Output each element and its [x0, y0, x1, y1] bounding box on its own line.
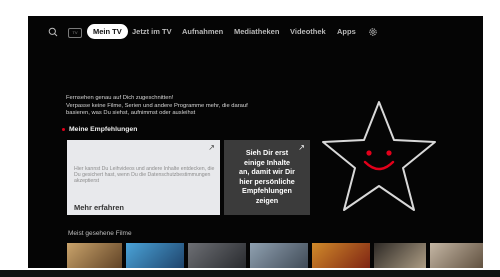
privacy-card[interactable]: ↗ Hier kannst Du Leihvideos und andere I…	[67, 140, 220, 215]
search-icon[interactable]	[48, 27, 58, 37]
most-watched-title: Meist gesehene Filme	[68, 230, 132, 237]
movie-thumbnail[interactable]	[126, 243, 184, 268]
smiley-star-icon	[322, 101, 436, 211]
nav-tab-aufnahmen[interactable]: Aufnahmen	[182, 27, 223, 36]
movie-thumbnail[interactable]	[430, 243, 483, 268]
tv-icon[interactable]: TV	[68, 28, 82, 38]
movie-thumbnail[interactable]	[188, 243, 246, 268]
intro-line-2: Verpasse keine Filme, Serien und andere …	[66, 102, 248, 109]
arrow-up-right-icon: ↗	[208, 143, 215, 152]
privacy-card-text: Hier kannst Du Leihvideos und andere Inh…	[74, 166, 215, 185]
info-card-line-2: einige Inhalte	[244, 157, 290, 167]
movie-thumbnail[interactable]	[374, 243, 426, 268]
info-card[interactable]: ↗ Sieh Dir erst einige Inhalte an, damit…	[224, 140, 310, 215]
nav-tab-mediatheken[interactable]: Mediatheken	[234, 27, 279, 36]
nav-tab-jetzt-im-tv[interactable]: Jetzt im TV	[132, 27, 172, 36]
info-card-line-5: Empfehlungen	[242, 186, 292, 196]
info-card-line-1: Sieh Dir erst	[245, 148, 289, 157]
nav-tab-apps[interactable]: Apps	[337, 27, 356, 36]
recommendations-heading: Meine Empfehlungen	[62, 126, 137, 133]
screen-bottom-edge	[0, 270, 500, 277]
accent-dot	[62, 127, 65, 131]
tv-badge-label: TV	[72, 30, 78, 35]
intro-text: Fernsehen genau auf Dich zugeschnitten! …	[66, 95, 296, 118]
top-navigation: TV Mein TV Jetzt im TV Aufnahmen Mediath…	[28, 24, 483, 42]
nav-tab-videothek[interactable]: Videothek	[290, 27, 326, 36]
info-card-text: Sieh Dir erst einige Inhalte an, damit w…	[224, 148, 310, 206]
info-card-line-3: an, damit wir Dir	[239, 167, 295, 177]
movie-thumbnail[interactable]	[250, 243, 308, 268]
screen-bezel-right	[483, 0, 500, 277]
settings-gear-icon[interactable]	[368, 27, 378, 37]
learn-more-link[interactable]: Mehr erfahren	[74, 203, 124, 212]
recommendations-title: Meine Empfehlungen	[69, 126, 138, 133]
info-card-line-4: hier persönliche	[239, 176, 295, 186]
movie-thumbnail[interactable]	[67, 243, 122, 268]
intro-line-3: basieren, was Du siehst, aufnimmst oder …	[66, 110, 196, 117]
tv-screen: TV Mein TV Jetzt im TV Aufnahmen Mediath…	[28, 16, 483, 268]
movie-thumbnail[interactable]	[312, 243, 370, 268]
nav-tab-mein-tv[interactable]: Mein TV	[87, 24, 128, 39]
intro-line-1: Fernsehen genau auf Dich zugeschnitten!	[66, 95, 174, 101]
info-card-line-6: zeigen	[255, 195, 279, 205]
